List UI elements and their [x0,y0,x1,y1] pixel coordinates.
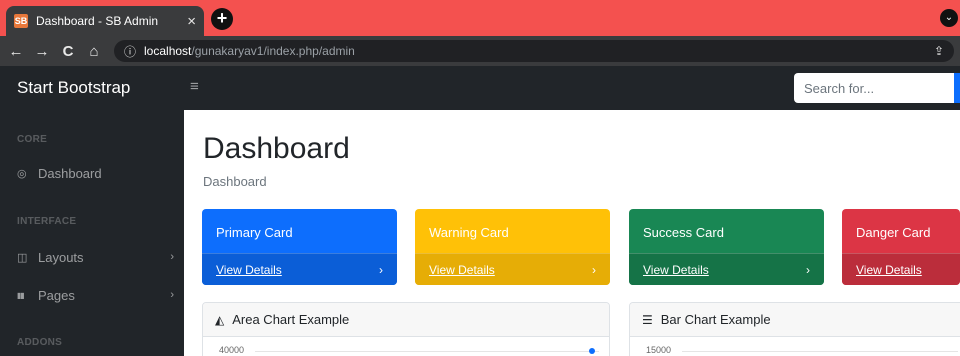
columns-icon: ◫ [17,251,28,264]
favicon-icon: SB [14,14,28,28]
card-title: Danger Card [856,225,931,240]
main-content: Dashboard Dashboard Primary Card View De… [184,110,960,356]
url-path: /gunakaryav1/index.php/admin [191,44,355,58]
chart-title: Area Chart Example [232,312,350,327]
primary-card: Primary Card View Details › [202,209,397,285]
close-tab-icon[interactable]: × [187,13,196,30]
sidebar-item-pages[interactable]: ▮▮ Pages › [17,285,174,305]
new-tab-icon[interactable]: + [211,8,233,30]
card-footer: View Details [842,253,960,285]
y-tick-label: 40000 [219,345,245,355]
tab-title: Dashboard - SB Admin [36,14,159,28]
chevron-right-icon[interactable]: › [379,263,383,277]
sidebar-item-dashboard[interactable]: ◎ Dashboard [17,163,174,183]
area-chart-card: ◭ Area Chart Example 40000 [202,302,610,356]
browser-address-bar: ← → C ⌂ ⓘ localhost /gunakaryav1/index.p… [0,36,960,66]
sidebar: CORE ◎ Dashboard INTERFACE ◫ Layouts › ▮… [0,110,184,356]
search-button[interactable] [954,73,960,103]
dashboard-icon: ◎ [17,167,27,180]
card-title: Warning Card [429,225,509,240]
data-point[interactable] [589,348,595,354]
card-footer: View Details › [629,253,824,285]
sidebar-heading-addons: ADDONS [17,337,63,348]
chevron-right-icon[interactable]: › [806,263,810,277]
chevron-right-icon[interactable]: › [592,263,596,277]
view-details-link[interactable]: View Details [643,263,709,277]
book-icon: ▮▮ [17,290,25,300]
tab-search-icon[interactable]: ⌄ [940,9,958,27]
bar-chart-icon: ☰ [642,312,653,327]
view-details-link[interactable]: View Details [856,263,922,277]
card-title: Primary Card [216,225,293,240]
chart-title: Bar Chart Example [660,312,771,327]
area-chart: 40000 [203,337,609,356]
y-tick-label: 15000 [646,345,672,355]
browser-tab[interactable]: SB Dashboard - SB Admin × [6,6,204,36]
chevron-right-icon: › [170,251,174,263]
back-icon[interactable]: ← [6,43,26,60]
sidebar-toggle-icon[interactable]: ≡ [190,78,199,95]
card-footer: View Details › [202,253,397,285]
view-details-link[interactable]: View Details [429,263,495,277]
reload-icon[interactable]: C [58,43,78,60]
sidebar-item-label: Layouts [38,249,84,265]
sidebar-heading-core: CORE [17,134,48,145]
danger-card: Danger Card View Details [842,209,960,285]
card-title: Success Card [643,225,724,240]
breadcrumb: Dashboard [203,174,267,189]
area-chart-icon: ◭ [215,312,225,327]
success-card: Success Card View Details › [629,209,824,285]
bar-chart-card: ☰ Bar Chart Example 15000 [629,302,960,356]
page-title: Dashboard [203,132,350,165]
view-details-link[interactable]: View Details [216,263,282,277]
card-header: ◭ Area Chart Example [203,303,609,337]
url-host: localhost [144,44,192,58]
forward-icon[interactable]: → [32,43,52,60]
sidebar-item-label: Dashboard [38,165,102,181]
card-footer: View Details › [415,253,610,285]
sidebar-heading-interface: INTERFACE [17,216,77,227]
sidebar-item-layouts[interactable]: ◫ Layouts › [17,247,174,267]
warning-card: Warning Card View Details › [415,209,610,285]
site-info-icon[interactable]: ⓘ [124,43,136,60]
browser-tab-bar: SB Dashboard - SB Admin × + ⌄ [0,0,960,36]
share-icon[interactable]: ⇪ [934,44,944,58]
brand-link[interactable]: Start Bootstrap [17,78,130,98]
home-icon[interactable]: ⌂ [84,43,104,60]
top-navbar: Start Bootstrap ≡ [0,66,960,110]
gridline [255,351,599,352]
sidebar-item-label: Pages [38,287,75,303]
bar-chart: 15000 [630,337,960,356]
search-input[interactable] [794,73,954,103]
card-header: ☰ Bar Chart Example [630,303,960,337]
url-field[interactable]: ⓘ localhost /gunakaryav1/index.php/admin… [114,40,954,62]
gridline [682,351,958,352]
chevron-right-icon: › [170,289,174,301]
